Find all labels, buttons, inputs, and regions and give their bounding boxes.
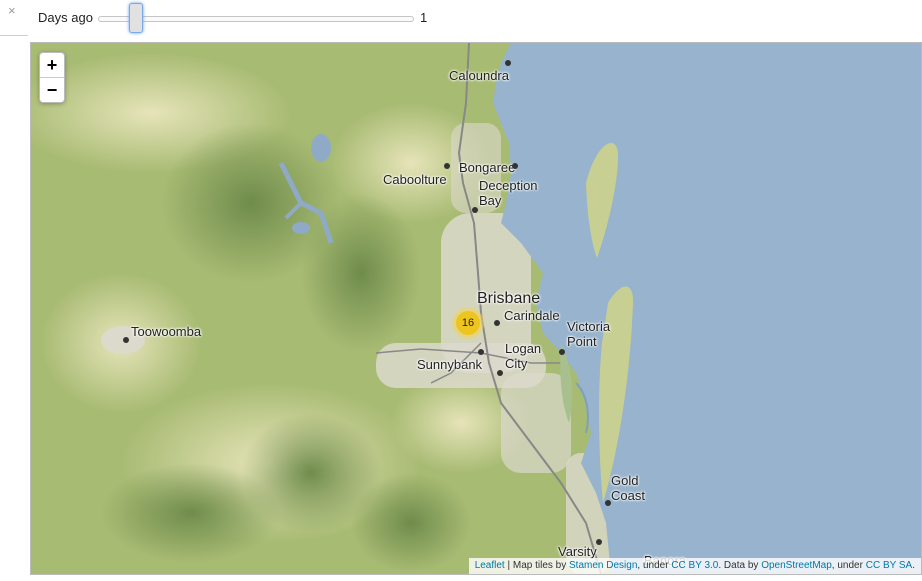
place-label-deception-line1: Deception: [479, 178, 538, 193]
marker-cluster[interactable]: 16: [452, 307, 484, 339]
place-label-gold-line2: Coast: [611, 488, 645, 503]
gutter-divider: [0, 35, 28, 36]
place-label-victoria-line2: Point: [567, 334, 597, 349]
attribution-text: .: [912, 560, 915, 571]
place-label-caloundra: Caloundra: [449, 68, 509, 83]
place-label-gold-coast: Gold Coast: [611, 473, 645, 503]
place-label-gold-line1: Gold: [611, 473, 639, 488]
attribution-text: , under: [637, 560, 672, 571]
place-label-toowoomba: Toowoomba: [131, 324, 202, 339]
cell-gutter: ×: [0, 0, 28, 581]
city-dot: [605, 500, 611, 506]
place-label-varsity: Varsity: [558, 544, 597, 559]
city-dot: [505, 60, 511, 66]
cc-by-sa-link[interactable]: CC BY SA: [866, 560, 913, 571]
city-dot: [478, 349, 484, 355]
place-label-brisbane: Brisbane: [477, 290, 541, 307]
place-label-logan-city: Logan City: [505, 341, 541, 371]
place-label-victoria-line1: Victoria: [567, 319, 611, 334]
leaflet-link[interactable]: Leaflet: [475, 560, 505, 571]
attribution-text: . Data by: [718, 560, 762, 571]
map-attribution: Leaflet | Map tiles by Stamen Design, un…: [468, 558, 921, 574]
cluster-count: 16: [456, 311, 480, 335]
attribution-text: | Map tiles by: [504, 560, 570, 571]
place-label-logan-line1: Logan: [505, 341, 542, 356]
attribution-text: , under: [831, 560, 866, 571]
slider-value: 1: [420, 10, 428, 25]
place-label-deception-bay: Deception Bay: [479, 178, 538, 208]
cc-by-link[interactable]: CC BY 3.0: [671, 560, 718, 571]
city-dot: [472, 207, 478, 213]
zoom-out-button[interactable]: −: [40, 78, 64, 102]
city-dot: [559, 349, 565, 355]
map[interactable]: + − Caloundra Bongaree Caboolture Decept…: [30, 42, 922, 575]
place-label-deception-line2: Bay: [479, 193, 502, 208]
city-dot: [123, 337, 129, 343]
city-dot: [596, 539, 602, 545]
place-label-logan-line2: City: [505, 356, 528, 371]
place-label-sunnybank: Sunnybank: [417, 357, 483, 372]
city-dot: [494, 320, 500, 326]
place-label-carindale: Carindale: [504, 308, 560, 323]
stamen-link[interactable]: Stamen Design: [569, 560, 637, 571]
slider-label: Days ago: [38, 10, 93, 25]
days-ago-slider[interactable]: [98, 16, 414, 22]
city-dot: [512, 163, 518, 169]
close-icon[interactable]: ×: [8, 3, 16, 18]
osm-link[interactable]: OpenStreetMap: [761, 560, 832, 571]
city-dot: [497, 370, 503, 376]
zoom-control: + −: [39, 52, 65, 103]
zoom-in-button[interactable]: +: [40, 53, 64, 78]
place-label-caboolture: Caboolture: [383, 172, 447, 187]
city-dot: [444, 163, 450, 169]
place-label-bongaree: Bongaree: [459, 160, 516, 175]
slider-widget: Days ago 1: [28, 0, 922, 36]
place-label-victoria-point: Victoria Point: [567, 319, 610, 349]
slider-handle[interactable]: [128, 3, 143, 33]
